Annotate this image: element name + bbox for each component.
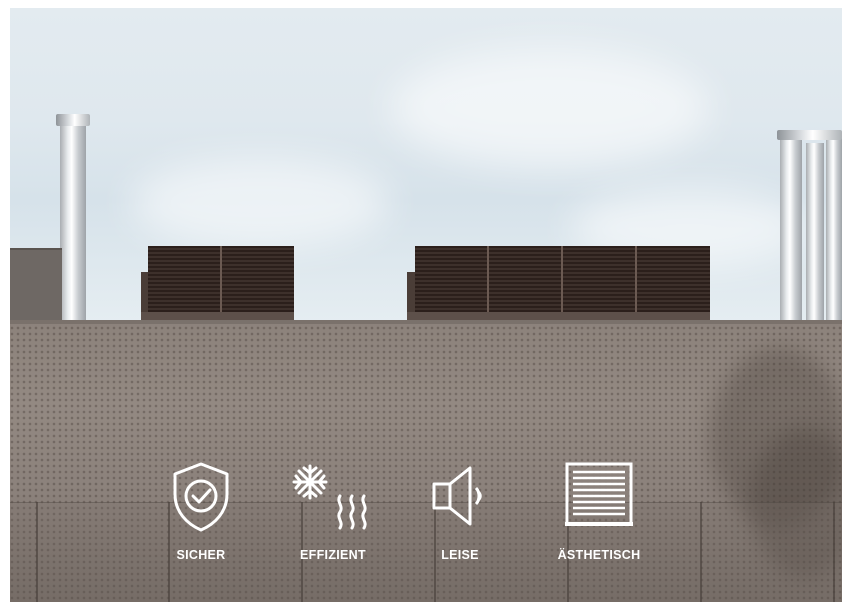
facade-seam [36,502,38,602]
louvre-panel [415,246,487,312]
chimney [60,123,86,323]
cloud [390,48,710,168]
feature-leise: LEISE [410,460,510,562]
louvre-grille-icon [565,462,633,526]
feature-label: SICHER [176,548,226,562]
snowflake-heat-icon [292,464,367,530]
facade-seam [700,502,702,602]
louvre-panel [563,246,635,312]
chimney-cap [777,130,842,140]
feature-effizient: EFFIZIENT [283,460,383,562]
louvre-panel [637,246,710,312]
feature-sicher: SICHER [151,460,251,562]
louvre-panel [148,246,220,312]
facade-seam [833,502,835,602]
feature-label: ÄSTHETISCH [557,548,641,562]
speaker-icon [432,466,482,526]
louvre-unit [148,246,294,312]
louvre-panel [222,246,294,312]
facade-parapet [10,320,842,324]
chimney [780,138,802,323]
feature-label: LEISE [441,548,479,562]
building-block [10,250,62,328]
chimney [806,143,824,323]
feature-aesthetisch: ÄSTHETISCH [549,460,649,562]
louvre-unit [415,246,710,312]
shield-check-icon [173,462,229,532]
louvre-unit-base [141,312,294,320]
louvre-panel [489,246,561,312]
cloud [130,158,390,248]
feature-label: EFFIZIENT [300,548,366,562]
chimney [826,138,842,323]
louvre-unit-base [407,312,710,320]
chimney-cap [56,114,90,126]
